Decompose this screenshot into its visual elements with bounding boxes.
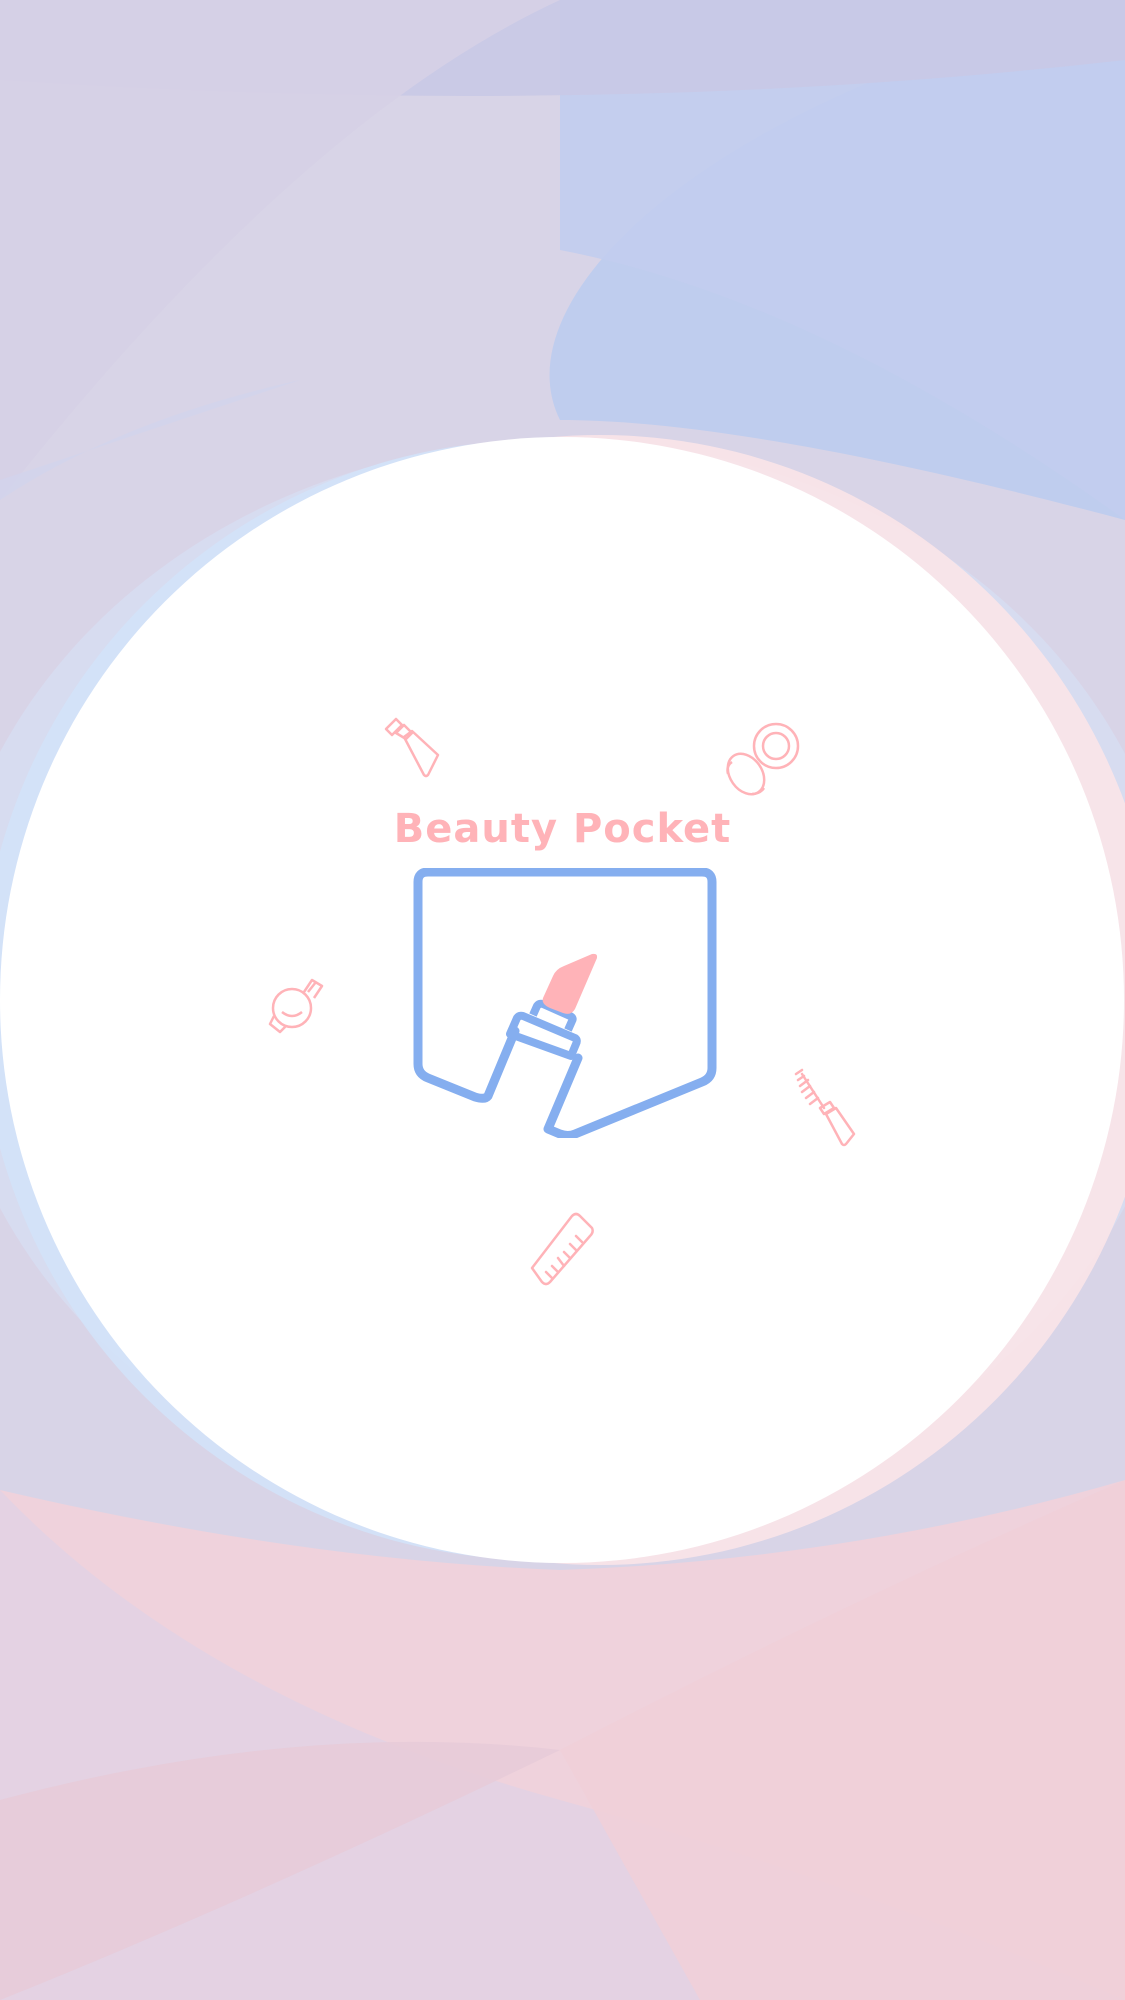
mascara-wand-icon [794, 1068, 856, 1147]
splash-screen: Beauty Pocket [0, 0, 1125, 2000]
comb-icon [530, 1212, 594, 1286]
perfume-bottle-icon [268, 978, 324, 1034]
compact-powder-icon [726, 722, 800, 796]
nail-polish-icon [384, 717, 440, 778]
app-title: Beauty Pocket [393, 806, 732, 852]
pocket-with-lipstick-icon [413, 868, 717, 1138]
